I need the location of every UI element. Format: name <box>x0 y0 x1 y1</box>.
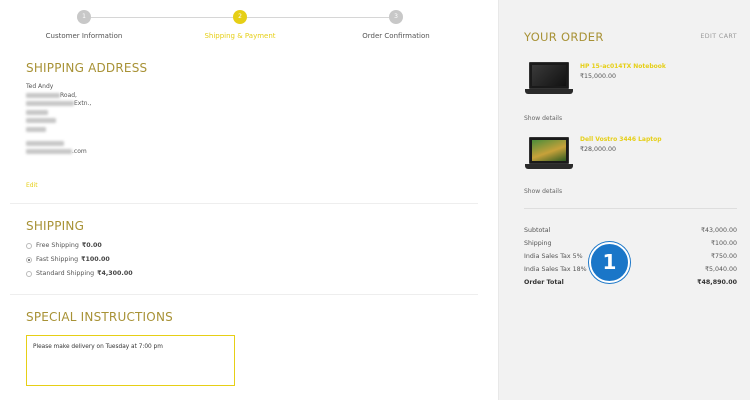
step-number: 2 <box>233 10 247 24</box>
totals-row-tax-5: India Sales Tax 5% ₹750.00 <box>524 253 737 260</box>
totals-value: ₹5,040.00 <box>704 266 737 273</box>
totals-label: India Sales Tax 5% <box>524 253 583 260</box>
address-line-text: Road, <box>60 91 77 99</box>
totals-value: ₹100.00 <box>710 240 737 247</box>
shipping-option-price: ₹100.00 <box>81 256 110 263</box>
checkout-stepper: 1 Customer Information 2 Shipping & Paym… <box>0 0 498 44</box>
product-name[interactable]: HP 15-ac014TX Notebook <box>580 63 666 70</box>
shipping-option-price: ₹4,300.00 <box>97 270 133 277</box>
laptop-screen <box>529 137 569 164</box>
totals-label: Shipping <box>524 240 552 247</box>
section-divider <box>10 294 478 295</box>
address-line: Road, <box>26 92 91 101</box>
address-phone <box>26 140 91 149</box>
order-summary-title: YOUR ORDER <box>524 30 604 44</box>
step-number: 1 <box>77 10 91 24</box>
product-price: ₹15,000.00 <box>580 73 617 80</box>
step-number: 3 <box>389 10 403 24</box>
address-line-text: Extn., <box>74 100 92 108</box>
totals-row-shipping: Shipping ₹100.00 <box>524 240 737 247</box>
shipping-option-price: ₹0.00 <box>81 242 102 249</box>
radio-button[interactable] <box>26 242 32 249</box>
totals-value: ₹43,000.00 <box>700 227 737 234</box>
radio-button[interactable] <box>26 270 32 277</box>
summary-divider <box>524 208 737 209</box>
step-label: Shipping & Payment <box>204 32 276 40</box>
totals-value: ₹48,890.00 <box>697 279 737 286</box>
totals-label: Order Total <box>524 279 564 286</box>
annotation-badge: 1 <box>589 242 630 283</box>
special-instructions-textarea[interactable]: Please make delivery on Tuesday at 7:00 … <box>26 335 235 386</box>
address-line <box>26 109 91 118</box>
address-email: .com <box>26 148 91 157</box>
step-label: Customer Information <box>45 32 123 40</box>
address-line <box>26 126 91 135</box>
step-customer-information[interactable]: 1 Customer Information <box>4 10 164 40</box>
product-thumbnail-laptop-icon[interactable] <box>525 137 573 174</box>
radio-button[interactable] <box>26 256 32 263</box>
step-shipping-payment[interactable]: 2 Shipping & Payment <box>160 10 320 40</box>
product-thumbnail-laptop-icon[interactable] <box>525 62 573 99</box>
shipping-option-fast[interactable]: Fast Shipping ₹100.00 <box>26 256 110 263</box>
edit-address-link[interactable]: Edit <box>26 182 38 189</box>
shipping-option-label: Free Shipping <box>36 242 79 249</box>
laptop-screen <box>529 62 569 89</box>
laptop-base <box>525 89 573 94</box>
section-divider <box>10 203 478 204</box>
step-order-confirmation[interactable]: 3 Order Confirmation <box>316 10 476 40</box>
order-summary-panel: YOUR ORDER EDIT CART HP 15-ac014TX Noteb… <box>498 0 750 400</box>
shipping-title: SHIPPING <box>26 219 85 233</box>
step-label: Order Confirmation <box>362 32 430 40</box>
totals-row-subtotal: Subtotal ₹43,000.00 <box>524 227 737 234</box>
totals-row-order-total: Order Total ₹48,890.00 <box>524 279 737 286</box>
laptop-base <box>525 164 573 169</box>
show-details-link[interactable]: Show details <box>524 115 562 122</box>
shipping-address-title: SHIPPING ADDRESS <box>26 61 148 75</box>
totals-label: India Sales Tax 18% <box>524 266 587 273</box>
address-email-text: .com <box>72 148 87 156</box>
special-instructions-title: SPECIAL INSTRUCTIONS <box>26 310 173 324</box>
totals-value: ₹750.00 <box>710 253 737 260</box>
product-name[interactable]: Dell Vostro 3446 Laptop <box>580 136 662 143</box>
address-name: Ted Andy <box>26 83 54 90</box>
shipping-option-label: Standard Shipping <box>36 270 95 277</box>
totals-label: Subtotal <box>524 227 551 234</box>
shipping-option-label: Fast Shipping <box>36 256 79 263</box>
shipping-address-block: Ted Andy Road, Extn., .com <box>26 83 91 157</box>
address-line <box>26 117 91 126</box>
totals-row-tax-18: India Sales Tax 18% ₹5,040.00 <box>524 266 737 273</box>
product-price: ₹28,000.00 <box>580 146 617 153</box>
show-details-link[interactable]: Show details <box>524 188 562 195</box>
checkout-main: 1 Customer Information 2 Shipping & Paym… <box>0 0 498 400</box>
edit-cart-link[interactable]: EDIT CART <box>700 33 737 40</box>
shipping-option-standard[interactable]: Standard Shipping ₹4,300.00 <box>26 270 133 277</box>
shipping-option-free[interactable]: Free Shipping ₹0.00 <box>26 242 102 249</box>
address-line: Extn., <box>26 100 91 109</box>
